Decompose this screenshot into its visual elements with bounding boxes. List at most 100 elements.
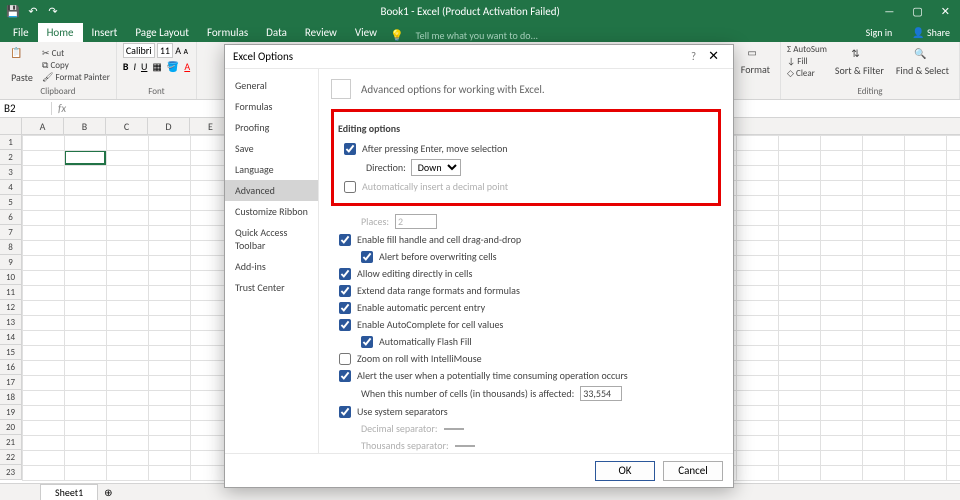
share-button[interactable]: 👤 Share <box>902 23 960 42</box>
fill-button[interactable]: ↓ Fill <box>787 56 827 67</box>
cells-affected-stepper[interactable]: 33,554 <box>580 386 622 401</box>
name-box[interactable]: B2 <box>0 102 52 115</box>
row-header[interactable]: 22 <box>0 450 21 465</box>
border-button[interactable]: ▦ <box>152 60 161 73</box>
edit-in-cell-checkbox[interactable] <box>339 268 351 280</box>
row-header[interactable]: 14 <box>0 330 21 345</box>
row-header[interactable]: 5 <box>0 195 21 210</box>
increase-font-icon[interactable]: A <box>175 44 181 57</box>
dialog-close-icon[interactable]: ✕ <box>702 49 725 64</box>
tab-review[interactable]: Review <box>296 23 346 42</box>
options-category-add-ins[interactable]: Add-ins <box>225 256 318 277</box>
lightbulb-icon: 💡 <box>386 29 408 42</box>
auto-decimal-checkbox[interactable] <box>344 181 356 193</box>
row-header[interactable]: 13 <box>0 315 21 330</box>
alert-time-checkbox[interactable] <box>339 370 351 382</box>
decrease-font-icon[interactable]: ᴀ <box>183 44 188 57</box>
font-color-button[interactable]: A <box>184 60 190 73</box>
row-header[interactable]: 1 <box>0 135 21 150</box>
underline-button[interactable]: U <box>141 60 147 73</box>
bold-button[interactable]: B <box>123 60 129 73</box>
ok-button[interactable]: OK <box>595 461 655 481</box>
row-header[interactable]: 6 <box>0 210 21 225</box>
autosum-button[interactable]: Σ AutoSum <box>787 44 827 55</box>
row-header[interactable]: 21 <box>0 435 21 450</box>
row-header[interactable]: 16 <box>0 360 21 375</box>
clear-button[interactable]: ◇ Clear <box>787 68 827 79</box>
row-header[interactable]: 19 <box>0 405 21 420</box>
close-icon[interactable]: ✕ <box>941 5 950 18</box>
row-header[interactable]: 17 <box>0 375 21 390</box>
row-header[interactable]: 23 <box>0 465 21 480</box>
autocomplete-checkbox[interactable] <box>339 319 351 331</box>
flashfill-checkbox[interactable] <box>361 336 373 348</box>
minimize-icon[interactable]: — <box>884 5 894 18</box>
options-category-proofing[interactable]: Proofing <box>225 117 318 138</box>
tab-data[interactable]: Data <box>257 23 296 42</box>
font-family-select[interactable]: Calibri <box>123 43 155 58</box>
col-header[interactable]: A <box>22 118 64 134</box>
direction-select[interactable]: Down <box>411 159 461 176</box>
row-header[interactable]: 20 <box>0 420 21 435</box>
extend-formats-checkbox[interactable] <box>339 285 351 297</box>
cut-button[interactable]: ✂ Cut <box>42 48 110 59</box>
row-header[interactable]: 15 <box>0 345 21 360</box>
after-enter-checkbox[interactable] <box>344 143 356 155</box>
dialog-content[interactable]: Advanced options for working with Excel.… <box>319 69 733 453</box>
redo-icon[interactable]: ↷ <box>46 4 60 18</box>
options-category-advanced[interactable]: Advanced <box>225 180 318 201</box>
sheet-tab-1[interactable]: Sheet1 <box>40 484 98 500</box>
fill-handle-checkbox[interactable] <box>339 234 351 246</box>
options-category-customize-ribbon[interactable]: Customize Ribbon <box>225 201 318 222</box>
fx-label[interactable]: fx <box>52 102 72 115</box>
tab-insert[interactable]: Insert <box>83 23 127 42</box>
row-header[interactable]: 18 <box>0 390 21 405</box>
paste-button[interactable]: 📋 Paste <box>6 44 38 86</box>
dialog-help-icon[interactable]: ? <box>685 50 702 63</box>
col-header[interactable]: C <box>106 118 148 134</box>
row-header[interactable]: 9 <box>0 255 21 270</box>
tab-formulas[interactable]: Formulas <box>198 23 257 42</box>
undo-icon[interactable]: ↶ <box>26 4 40 18</box>
format-painter-button[interactable]: 🖌 Format Painter <box>42 72 110 83</box>
fill-color-button[interactable]: 🪣 <box>167 60 179 73</box>
row-header[interactable]: 2 <box>0 150 21 165</box>
maximize-icon[interactable]: ▢ <box>912 5 922 18</box>
tell-me[interactable]: Tell me what you want to do... <box>416 29 538 42</box>
auto-percent-checkbox[interactable] <box>339 302 351 314</box>
options-category-language[interactable]: Language <box>225 159 318 180</box>
new-sheet-icon[interactable]: ⊕ <box>98 486 118 499</box>
options-category-save[interactable]: Save <box>225 138 318 159</box>
col-header[interactable]: B <box>64 118 106 134</box>
active-cell[interactable] <box>64 150 106 165</box>
row-header[interactable]: 12 <box>0 300 21 315</box>
col-header[interactable]: D <box>148 118 190 134</box>
row-header[interactable]: 3 <box>0 165 21 180</box>
options-category-trust-center[interactable]: Trust Center <box>225 277 318 298</box>
intellimouse-checkbox[interactable] <box>339 353 351 365</box>
tab-view[interactable]: View <box>346 23 386 42</box>
row-header[interactable]: 4 <box>0 180 21 195</box>
italic-button[interactable]: I <box>133 60 136 73</box>
system-separators-checkbox[interactable] <box>339 406 351 418</box>
sort-filter-button[interactable]: ⇅Sort & Filter <box>831 45 888 79</box>
select-all-corner[interactable] <box>0 118 22 134</box>
tab-page-layout[interactable]: Page Layout <box>126 23 198 42</box>
tab-file[interactable]: File <box>4 23 38 42</box>
options-category-quick-access-toolbar[interactable]: Quick Access Toolbar <box>225 222 318 256</box>
tab-home[interactable]: Home <box>38 23 83 42</box>
row-header[interactable]: 7 <box>0 225 21 240</box>
sign-in[interactable]: Sign in <box>856 23 903 42</box>
save-icon[interactable]: 💾 <box>6 4 20 18</box>
options-category-general[interactable]: General <box>225 75 318 96</box>
cancel-button[interactable]: Cancel <box>663 461 723 481</box>
find-select-button[interactable]: 🔍Find & Select <box>892 45 953 79</box>
row-header[interactable]: 8 <box>0 240 21 255</box>
row-header[interactable]: 10 <box>0 270 21 285</box>
row-header[interactable]: 11 <box>0 285 21 300</box>
format-cells-button[interactable]: ▭Format <box>737 44 774 78</box>
font-size-select[interactable]: 11 <box>157 43 173 58</box>
options-category-formulas[interactable]: Formulas <box>225 96 318 117</box>
copy-button[interactable]: ⧉ Copy <box>42 60 110 71</box>
alert-overwrite-checkbox[interactable] <box>361 251 373 263</box>
